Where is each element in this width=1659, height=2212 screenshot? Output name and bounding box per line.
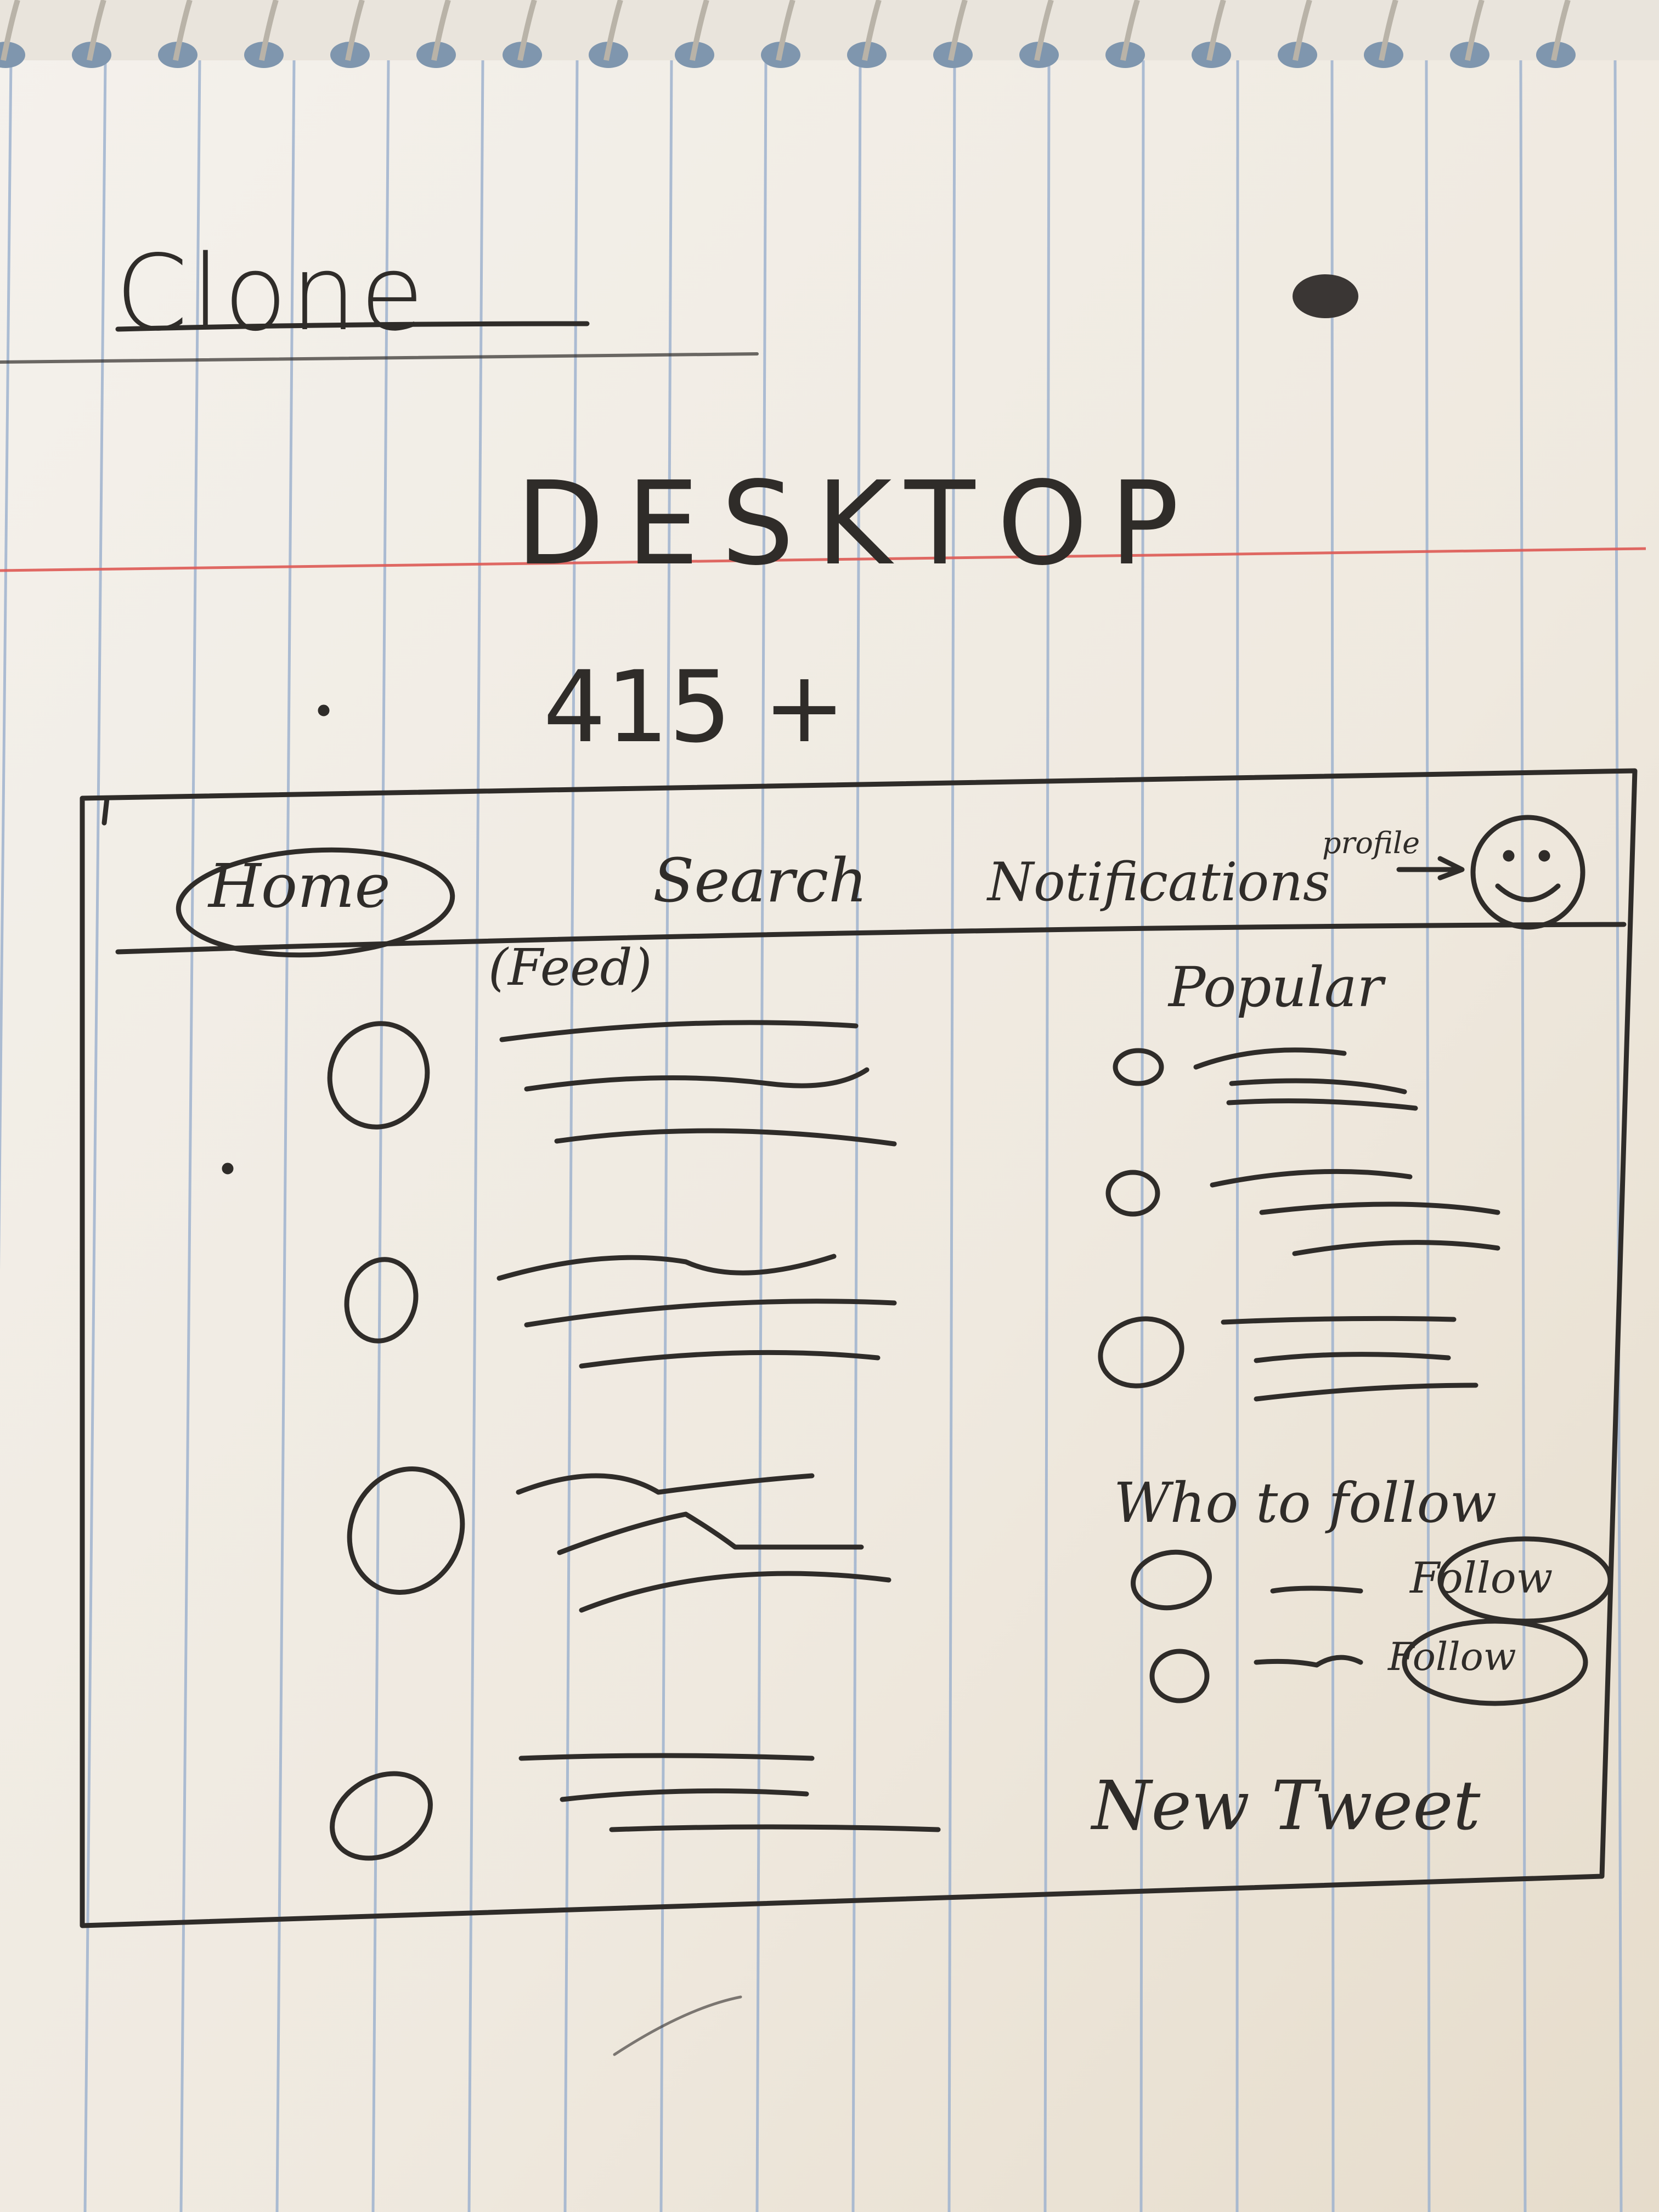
popular-text-line [1292,1240,1500,1256]
feed-label: (Feed) [488,938,652,997]
popular-text-line [1210,1169,1413,1188]
popular-text-line [1254,1352,1451,1363]
popular-text-line [1259,1201,1500,1215]
follow-button[interactable]: Follow [1410,1557,1553,1600]
feed-text-line [560,1788,809,1802]
page-title: Clone [115,233,428,354]
feed-avatar [344,1257,419,1344]
profile-button[interactable] [1470,815,1585,930]
feed-avatar [330,1771,433,1861]
who-to-follow-heading: Who to follow [1114,1471,1497,1535]
layout-label: DESKTOP [516,456,1201,591]
popular-list [1098,1047,1500,1402]
feed-text-line [557,1511,864,1555]
frame-top-edge [101,795,110,826]
profile-arrow [1396,856,1465,881]
feed-text-line [499,1020,859,1042]
follow-suggestion-avatar [1131,1549,1212,1611]
popular-text-line [1221,1316,1457,1325]
feed-text-line [524,1299,897,1328]
feed-list [327,1020,941,1861]
popular-text-line [1193,1047,1407,1094]
feed-text-line [579,1571,891,1613]
popular-text-line [1254,1383,1479,1402]
header-divider [115,922,1627,955]
title-underline-2 [0,352,759,364]
feed-avatar [347,1466,465,1595]
nav-notifications-link[interactable]: Notifications [988,856,1330,909]
popular-text-line [1226,1098,1418,1111]
feed-text-line [609,1824,941,1832]
feed-avatar [327,1021,430,1130]
feed-text-line [518,1753,815,1761]
feed-text-line [524,1067,870,1092]
popular-avatar [1105,1170,1160,1217]
follow-suggestion-avatar [1149,1649,1210,1703]
feed-text-line [496,1254,837,1281]
feed-text-line [554,1128,897,1147]
stray-mark [613,1995,742,2056]
profile-annotation: profile [1322,826,1420,860]
popular-avatar [1098,1316,1184,1389]
follow-button[interactable]: Follow [1388,1638,1516,1676]
breakpoint-label: 415 + [543,650,846,765]
popular-heading: Popular [1169,955,1384,1019]
nav-search-link[interactable]: Search [653,850,867,911]
nav-home-link[interactable]: Home [208,856,391,916]
feed-text-line [516,1473,815,1495]
new-tweet-button[interactable]: New Tweet [1092,1772,1480,1840]
feed-text-line [579,1350,881,1369]
popular-avatar [1113,1048,1164,1086]
